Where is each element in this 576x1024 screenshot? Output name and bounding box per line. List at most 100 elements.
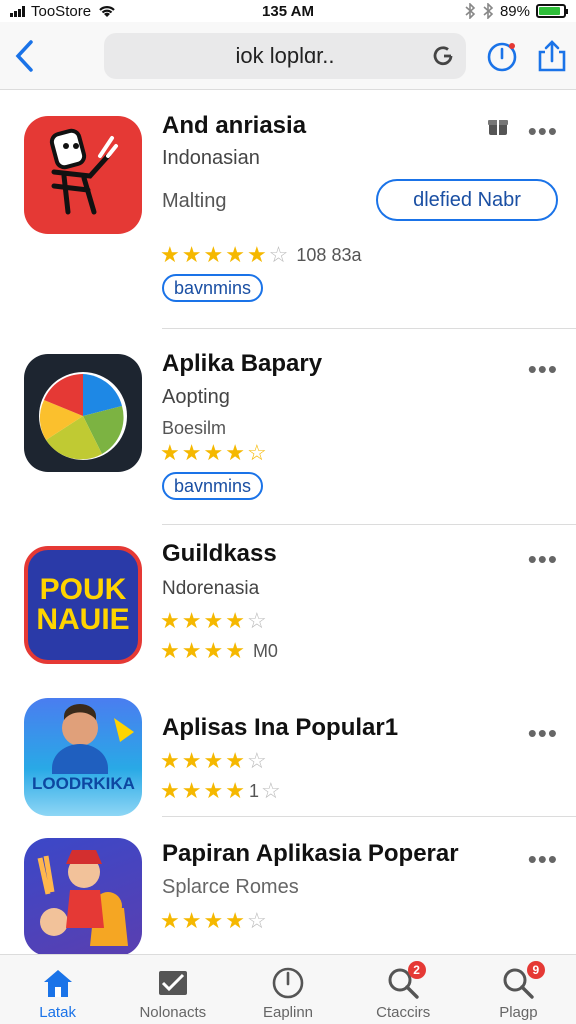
star-icon: ★ [181,638,202,663]
get-button[interactable]: dlefied Nabr [376,179,558,221]
star-rating: ★ ★ ★ ★ ☆ [160,442,267,464]
signal-icon [10,5,25,17]
app-row[interactable]: LOODRKIKA Aplisas Ina Popular1 ••• ★ ★ ★… [0,694,576,824]
app-developer: Ndorenasia [162,578,260,599]
app-developer: Indonasian [162,147,260,169]
inbox-icon [158,971,187,995]
rating-count: 108 83a [296,245,362,265]
star-icon: ★ [225,242,245,267]
status-pill-label: bavnmins [174,475,252,496]
star-icon: ★ [203,440,224,465]
gift-icon[interactable] [486,114,510,138]
star-empty-icon: ☆ [246,440,267,465]
star-icon: ★ [225,440,245,465]
more-options-button[interactable]: ••• [528,546,558,572]
app-row[interactable]: Papiran Aplikasia Poperar ••• Splarce Ro… [0,824,576,954]
share-button[interactable] [530,34,574,78]
app-developer: Splarce Romes [162,876,299,898]
star-icon: ★ [203,608,224,633]
pie-chart-icon [39,372,127,460]
reload-icon[interactable] [430,43,456,69]
app-row[interactable]: POUK NAUIE Guildkass ••• Ndorenasia ★ ★ … [0,526,576,694]
status-right: 89% [464,2,568,20]
back-button[interactable] [2,34,46,78]
star-empty-icon: ☆ [268,242,289,267]
star-icon: ★ [203,638,224,663]
star-icon: ★ [181,440,202,465]
rating-count: 1 [248,781,259,801]
star-icon: ★ [160,608,180,633]
nav-bar: iok loplɑr.. [0,22,576,90]
star-rating: ★ ★ ★ ★ ☆ [160,750,267,772]
app-name: Guildkass [162,540,277,567]
tab-latak[interactable]: Latak [0,955,115,1024]
star-icon: ★ [160,440,180,465]
tab-bar: Latak Nolonacts Eaplinn 2 Ctaccirs 9 Pla… [0,954,576,1024]
app-row[interactable]: Aplika Bapary ••• Aopting Boesilm ★ ★ ★ … [0,330,576,526]
star-empty-icon: ☆ [246,748,267,773]
star-icon: ★ [160,908,180,933]
app-list: And anriasia Indonasian Malting dlefied … [0,92,576,954]
bluetooth-icon [465,3,476,19]
status-pill[interactable]: bavnmins [162,472,264,500]
star-icon: ★ [181,778,202,803]
status-left: TooStore [10,3,117,20]
icon-text: POUK [39,573,127,606]
more-options-button[interactable]: ••• [528,356,558,382]
star-icon: ★ [181,608,202,633]
tab-label: Plagp [499,1004,538,1021]
star-icon: ★ [225,638,245,663]
tab-ctaccirs[interactable]: 2 Ctaccirs [346,955,461,1024]
app-name: Aplika Bapary [162,350,323,377]
app-category: Malting [162,190,227,212]
tab-eaplinn[interactable]: Eaplinn [230,955,345,1024]
icon-text: NAUIE [36,603,130,636]
star-icon: ★ [225,778,245,803]
star-half-icon: ★ [246,242,267,267]
app-name: Aplisas Ina Popular1 [162,714,399,741]
star-icon: ★ [181,908,202,933]
star-icon: ★ [203,748,224,773]
status-bar: TooStore 135 AM 89% [0,0,576,22]
star-rating: ★ ★ ★ ★ ☆ [160,610,267,632]
more-options-button[interactable]: ••• [528,118,558,144]
star-icon: ★ [203,908,224,933]
wifi-icon [99,6,115,17]
star-empty-icon: ☆ [260,778,281,803]
person-icon [52,704,134,774]
status-pill[interactable]: bavnmins [162,274,264,302]
star-rating: ★ ★ ★ ★ 1 ☆ [160,780,281,802]
tab-nolonacts[interactable]: Nolonacts [115,955,230,1024]
icon-text: LOODRKIKA [32,774,135,793]
divider [162,328,576,329]
star-icon: ★ [225,908,245,933]
clock-icon [272,967,304,999]
battery-level [539,7,561,15]
app-icon[interactable] [24,838,142,954]
app-row[interactable]: And anriasia Indonasian Malting dlefied … [0,92,576,330]
more-options-button[interactable]: ••• [528,720,558,746]
app-icon[interactable]: POUK NAUIE [24,546,142,664]
bluetooth-icon [483,3,494,19]
star-icon: ★ [160,748,180,773]
address-field[interactable]: iok loplɑr.. [104,32,466,79]
star-icon: ★ [160,242,180,267]
app-icon[interactable] [24,116,142,234]
app-icon[interactable] [24,354,142,472]
star-icon: ★ [160,778,180,803]
star-icon: ★ [203,778,224,803]
tab-plagp[interactable]: 9 Plagp [461,955,576,1024]
battery-percent: 89% [499,2,530,20]
timer-button[interactable] [480,34,524,78]
star-empty-icon: ☆ [246,908,267,933]
app-name: And anriasia [162,112,307,139]
more-options-button[interactable]: ••• [528,846,558,872]
timer-icon [487,42,517,71]
star-icon: ★ [225,748,245,773]
divider [162,816,576,817]
tab-label: Ctaccirs [376,1004,431,1021]
star-rating: ★ ★ ★ ★ ★ ☆ 108 83a [160,244,361,266]
app-icon[interactable]: LOODRKIKA [24,698,142,816]
cartoon-characters-icon [37,850,128,946]
app-category: Boesilm [162,418,227,438]
